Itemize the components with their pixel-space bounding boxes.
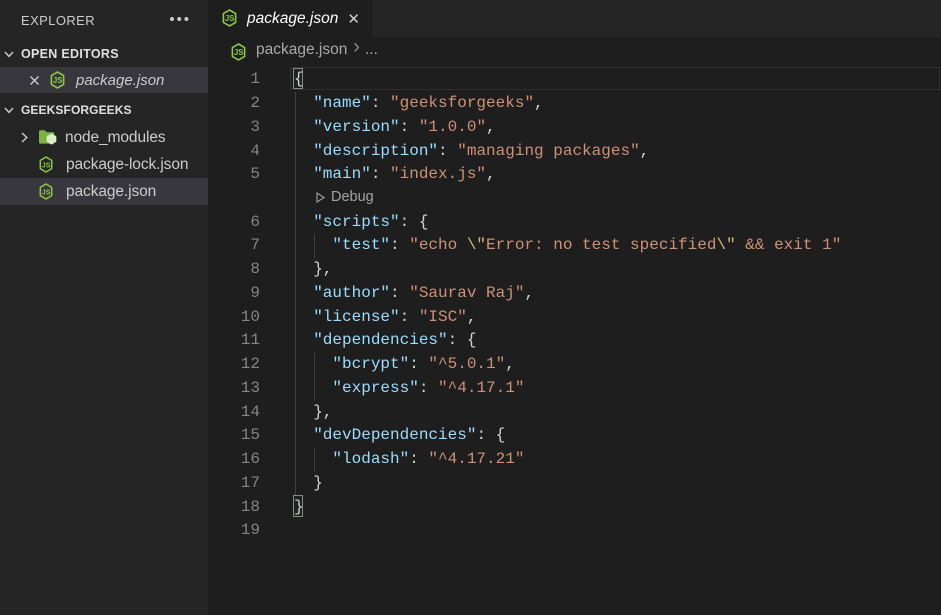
svg-text:JS: JS	[234, 48, 244, 57]
svg-text:JS: JS	[53, 76, 63, 85]
svg-text:JS: JS	[42, 162, 51, 169]
svg-text:JS: JS	[225, 14, 235, 23]
svg-text:JS: JS	[42, 189, 51, 196]
